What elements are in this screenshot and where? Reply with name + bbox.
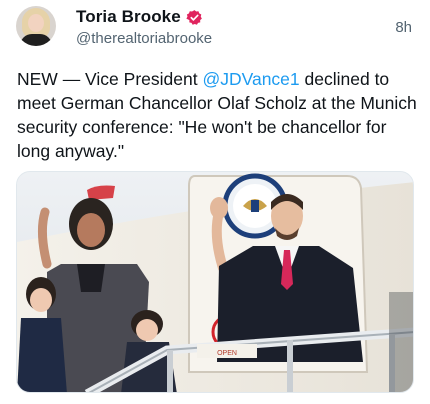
- photo-illustration: OPEN: [17, 172, 413, 392]
- avatar-body: [20, 34, 52, 46]
- avatar-face: [28, 14, 44, 32]
- post-photo[interactable]: OPEN: [16, 171, 414, 393]
- author-name-row: Toria Brooke: [76, 7, 203, 27]
- post-text-prefix: NEW — Vice President: [17, 69, 203, 89]
- verified-badge-icon: [186, 9, 202, 25]
- post[interactable]: Toria Brooke @therealtoriabrooke 8h NEW …: [0, 0, 430, 404]
- author-avatar[interactable]: [16, 6, 56, 46]
- author-display-name[interactable]: Toria Brooke: [76, 7, 181, 27]
- post-timestamp[interactable]: 8h: [395, 19, 412, 36]
- post-body: NEW — Vice President @JDVance1 declined …: [17, 67, 417, 163]
- author-handle[interactable]: @therealtoriabrooke: [76, 30, 212, 47]
- stair-open-sign: OPEN: [217, 350, 237, 357]
- mention-link[interactable]: @JDVance1: [202, 69, 299, 89]
